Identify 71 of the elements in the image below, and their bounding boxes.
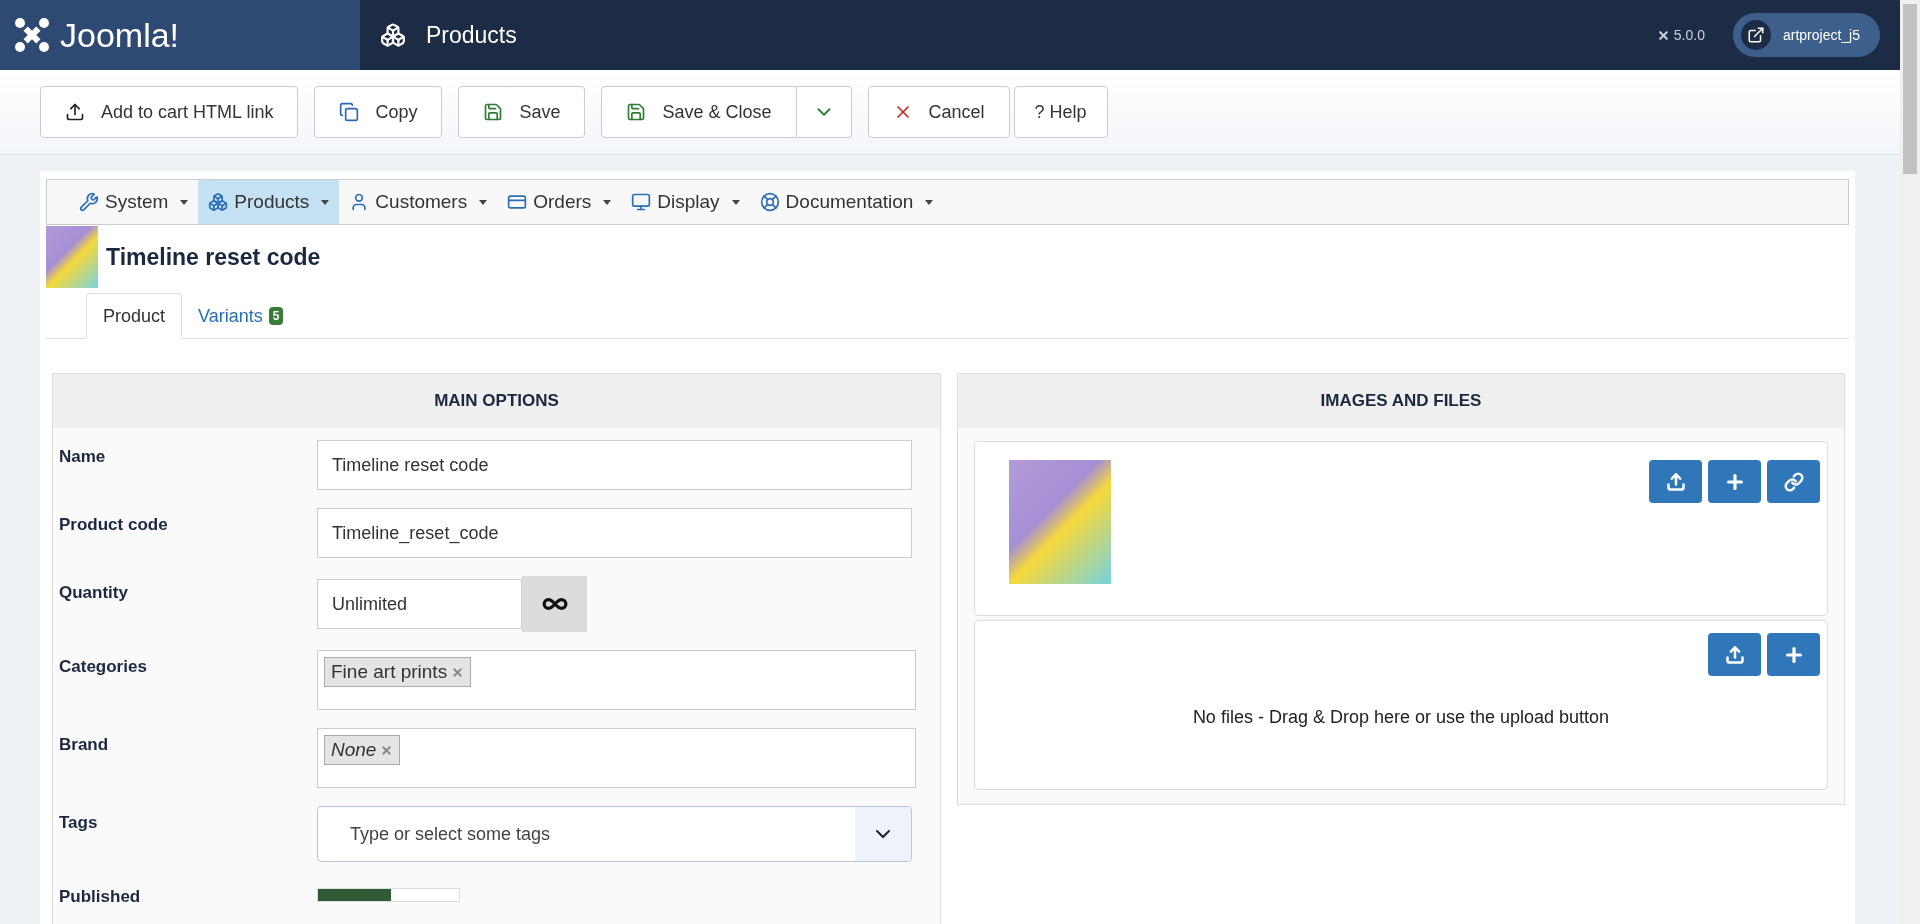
scrollbar-thumb[interactable]: [1903, 4, 1917, 174]
save-icon: [626, 102, 647, 122]
card-icon: [507, 192, 528, 212]
panel-heading: MAIN OPTIONS: [53, 374, 940, 428]
field-label: Published: [59, 886, 142, 908]
menu-item[interactable]: System: [69, 180, 199, 224]
panel-heading: IMAGES AND FILES: [958, 374, 1844, 428]
copy-icon: [339, 102, 360, 122]
field-label: Quantity: [59, 582, 129, 604]
tab[interactable]: Variants 5: [182, 293, 300, 339]
menu-item[interactable]: Documentation: [749, 180, 944, 224]
field-label: Categories: [59, 656, 148, 678]
caret-icon: [603, 199, 612, 205]
upload-icon: [65, 102, 85, 122]
toolbar-button[interactable]: Copy: [314, 86, 443, 138]
tags-select-field[interactable]: Type or select some tags: [317, 806, 912, 862]
menu-item[interactable]: Products: [198, 180, 340, 224]
field-label: Name: [59, 446, 107, 468]
boxes-icon: [380, 22, 406, 48]
caret-icon: [479, 199, 488, 205]
user-button[interactable]: artproject_j5: [1732, 13, 1880, 57]
text-field[interactable]: Timeline_reset_code: [317, 508, 912, 558]
field-label: Brand: [59, 734, 110, 756]
wrench-icon: [79, 192, 99, 212]
toolbar-button[interactable]: Cancel: [867, 86, 1010, 138]
external-link-icon: [1746, 26, 1765, 44]
menu-item[interactable]: Display: [621, 180, 750, 224]
toolbar-button[interactable]: Save: [458, 86, 586, 138]
boxes-icon: [208, 192, 229, 212]
caret-icon: [731, 199, 740, 205]
link-icon: [1783, 471, 1804, 492]
toolbar-button[interactable]: Save & Close: [601, 86, 797, 138]
monitor-icon: [631, 192, 652, 212]
save-icon: [483, 102, 504, 122]
text-field[interactable]: Timeline reset code: [317, 440, 912, 490]
selected-chip: Fine art prints: [324, 657, 472, 687]
remove-icon[interactable]: [451, 665, 465, 679]
toolbar-button[interactable]: Add to cart HTML link: [40, 86, 299, 138]
link-button[interactable]: [1767, 460, 1820, 503]
caret-icon: [321, 199, 330, 205]
multiselect-field[interactable]: Fine art prints: [317, 650, 916, 710]
menu-item[interactable]: Customers: [339, 180, 498, 224]
caret-icon: [925, 199, 934, 205]
version-text: 5.0.0: [1673, 25, 1705, 45]
remove-icon[interactable]: [380, 743, 394, 757]
empty-files-message: No files - Drag & Drop here or use the upload button: [1192, 706, 1610, 729]
upload-button[interactable]: [1649, 460, 1702, 503]
scrollbar[interactable]: [1900, 0, 1920, 924]
toolbar-button[interactable]: ? Help: [1013, 86, 1108, 138]
field-label: Product code: [59, 514, 169, 536]
tab[interactable]: Product: [86, 293, 183, 339]
upload-button[interactable]: [1708, 633, 1761, 676]
upload-icon: [1665, 471, 1686, 492]
add-button[interactable]: [1767, 633, 1820, 676]
field-label: Tags: [59, 812, 99, 834]
logo-text: Joomla!: [60, 18, 180, 52]
photo-placeholder: [46, 226, 98, 288]
upload-icon: [1724, 644, 1745, 665]
unlimited-button[interactable]: [522, 576, 587, 632]
count-badge: 5: [268, 307, 284, 325]
product-title: Timeline reset code: [106, 242, 321, 272]
published-toggle[interactable]: [317, 888, 460, 902]
quantity-field[interactable]: Unlimited: [317, 579, 522, 629]
dropdown-toggle-button[interactable]: [796, 86, 852, 138]
multiselect-field[interactable]: None: [317, 728, 916, 788]
add-button[interactable]: [1708, 460, 1761, 503]
menu-item[interactable]: Orders: [497, 180, 622, 224]
selected-chip: None: [324, 735, 401, 765]
lifebuoy-icon: [759, 192, 780, 212]
page-title: Products: [426, 20, 517, 50]
caret-icon: [180, 199, 189, 205]
